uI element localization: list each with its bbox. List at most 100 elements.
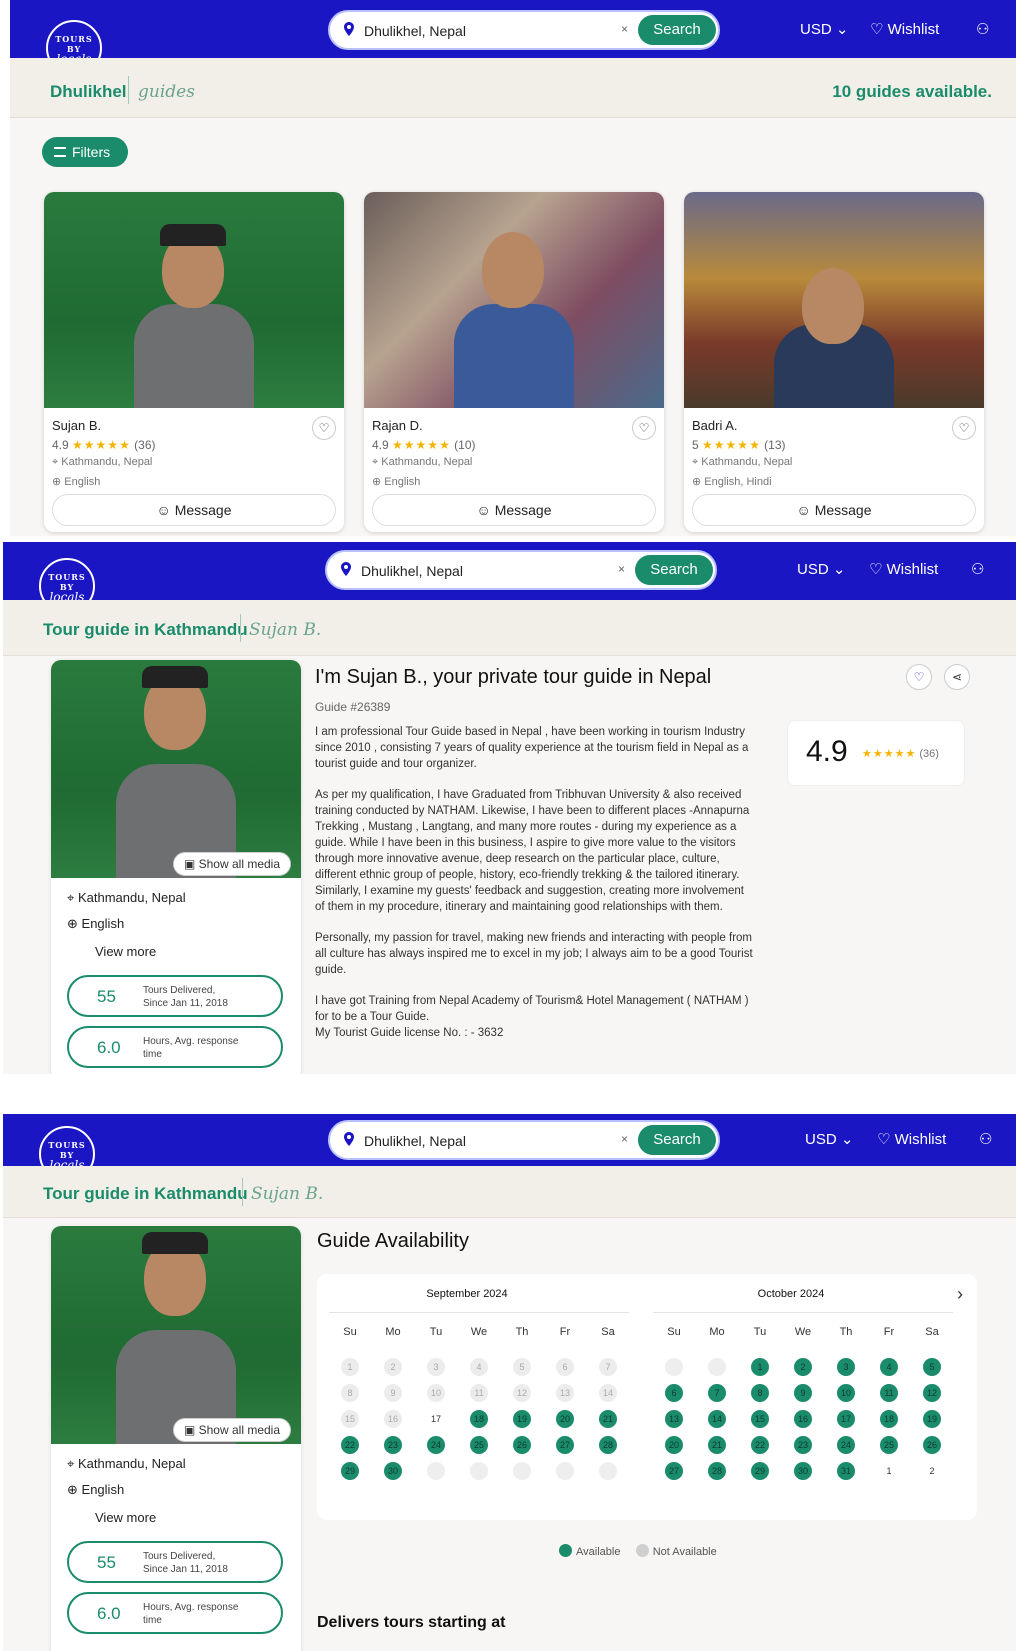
calendar-day[interactable]: 23 xyxy=(794,1436,812,1454)
calendar-day[interactable]: 3 xyxy=(837,1358,855,1376)
guide-main-photo[interactable] xyxy=(51,660,301,878)
currency-selector[interactable]: USD ⌄ xyxy=(800,20,848,38)
wishlist-link[interactable]: ♡ Wishlist xyxy=(870,20,939,38)
calendar-day[interactable]: 20 xyxy=(665,1436,683,1454)
calendar-day[interactable]: 18 xyxy=(470,1410,488,1428)
location-search[interactable]: Dhulikhel, Nepal × Search xyxy=(328,1120,720,1160)
guide-photo[interactable] xyxy=(364,192,664,408)
search-button[interactable]: Search xyxy=(638,15,716,45)
wishlist-heart-icon[interactable]: ♡ xyxy=(906,664,932,690)
wishlist-link[interactable]: ♡ Wishlist xyxy=(877,1130,946,1148)
search-input[interactable]: Dhulikhel, Nepal xyxy=(364,1133,466,1149)
view-more-link[interactable]: View more xyxy=(95,1510,156,1525)
stat-value: 6.0 xyxy=(97,1038,121,1057)
wishlist-heart-icon[interactable]: ♡ xyxy=(632,416,656,440)
calendar-day[interactable]: 20 xyxy=(556,1410,574,1428)
calendar-day[interactable]: 22 xyxy=(341,1436,359,1454)
calendar-day[interactable]: 26 xyxy=(923,1436,941,1454)
weekday-label: Tu xyxy=(753,1326,767,1338)
share-icon[interactable]: ⋖ xyxy=(944,664,970,690)
location-search[interactable]: Dhulikhel, Nepal × Search xyxy=(328,10,720,50)
filters-button[interactable]: Filters xyxy=(42,137,128,167)
calendar-day: 7 xyxy=(599,1358,617,1376)
message-button[interactable]: ☺ Message xyxy=(372,494,656,526)
calendar-day[interactable]: 1 xyxy=(751,1358,769,1376)
location-search[interactable]: Dhulikhel, Nepal × Search xyxy=(325,550,717,590)
search-input[interactable]: Dhulikhel, Nepal xyxy=(361,563,463,579)
clear-search-icon[interactable]: × xyxy=(621,1132,628,1146)
wishlist-heart-icon[interactable]: ♡ xyxy=(952,416,976,440)
calendar-day[interactable]: 14 xyxy=(708,1410,726,1428)
message-button[interactable]: ☺ Message xyxy=(52,494,336,526)
wishlist-heart-icon[interactable]: ♡ xyxy=(312,416,336,440)
guide-name[interactable]: Sujan B. xyxy=(52,418,101,433)
guide-photo[interactable] xyxy=(44,192,344,408)
calendar-day[interactable]: 9 xyxy=(794,1384,812,1402)
calendar-day[interactable]: 25 xyxy=(470,1436,488,1454)
show-all-media-button[interactable]: ▣ Show all media xyxy=(172,1418,291,1442)
calendar-day[interactable]: 4 xyxy=(880,1358,898,1376)
calendar-day[interactable]: 6 xyxy=(665,1384,683,1402)
breadcrumb-parent[interactable]: Tour guide in Kathmandu xyxy=(43,620,248,640)
calendar-day[interactable]: 28 xyxy=(599,1436,617,1454)
calendar-day[interactable]: 27 xyxy=(556,1436,574,1454)
calendar-day[interactable]: 29 xyxy=(751,1462,769,1480)
calendar-day[interactable]: 2 xyxy=(794,1358,812,1376)
calendar-day[interactable]: 27 xyxy=(665,1462,683,1480)
guide-photo[interactable] xyxy=(684,192,984,408)
calendar-day[interactable]: 30 xyxy=(794,1462,812,1480)
user-icon[interactable]: ⚇ xyxy=(971,560,984,578)
calendar-day[interactable]: 25 xyxy=(880,1436,898,1454)
guide-language: ⊕ English xyxy=(67,1482,125,1497)
user-icon[interactable]: ⚇ xyxy=(979,1130,992,1148)
calendar-day[interactable]: 24 xyxy=(427,1436,445,1454)
next-month-arrow-icon[interactable]: › xyxy=(957,1284,963,1305)
calendar-day[interactable]: 17 xyxy=(837,1410,855,1428)
clear-search-icon[interactable]: × xyxy=(618,562,625,576)
currency-selector[interactable]: USD ⌄ xyxy=(797,560,845,578)
message-button[interactable]: ☺ Message xyxy=(692,494,976,526)
calendar-day[interactable]: 10 xyxy=(837,1384,855,1402)
calendar-day[interactable]: 7 xyxy=(708,1384,726,1402)
calendar-day[interactable]: 12 xyxy=(923,1384,941,1402)
guide-card[interactable]: Sujan B. 4.9 ★★★★★ (36) ⌖ Kathmandu, Nep… xyxy=(44,192,344,532)
guide-main-photo[interactable] xyxy=(51,1226,301,1444)
calendar-day[interactable]: 18 xyxy=(880,1410,898,1428)
show-all-media-button[interactable]: ▣ Show all media xyxy=(172,852,291,876)
calendar-day[interactable]: 29 xyxy=(341,1462,359,1480)
calendar-day[interactable]: 8 xyxy=(751,1384,769,1402)
calendar-day[interactable]: 31 xyxy=(837,1462,855,1480)
search-button[interactable]: Search xyxy=(638,1125,716,1155)
currency-selector[interactable]: USD ⌄ xyxy=(805,1130,853,1148)
breadcrumb-current: Sujan B. xyxy=(249,620,322,640)
calendar-day[interactable]: 16 xyxy=(794,1410,812,1428)
calendar-day[interactable]: 23 xyxy=(384,1436,402,1454)
calendar-day[interactable]: 30 xyxy=(384,1462,402,1480)
search-input[interactable]: Dhulikhel, Nepal xyxy=(364,23,466,39)
calendar-day[interactable]: 11 xyxy=(880,1384,898,1402)
clear-search-icon[interactable]: × xyxy=(621,22,628,36)
guide-name[interactable]: Rajan D. xyxy=(372,418,423,433)
calendar-day[interactable]: 19 xyxy=(513,1410,531,1428)
calendar-day[interactable]: 22 xyxy=(751,1436,769,1454)
calendar-day[interactable]: 15 xyxy=(751,1410,769,1428)
calendar-day[interactable]: 19 xyxy=(923,1410,941,1428)
calendar-day[interactable]: 5 xyxy=(923,1358,941,1376)
guide-card[interactable]: Badri A. 5 ★★★★★ (13) ⌖ Kathmandu, Nepal… xyxy=(684,192,984,532)
calendar-day[interactable]: 24 xyxy=(837,1436,855,1454)
breadcrumb-section: guides xyxy=(138,82,195,102)
guide-number: Guide #26389 xyxy=(315,700,391,714)
calendar-day[interactable]: 21 xyxy=(708,1436,726,1454)
search-button[interactable]: Search xyxy=(635,555,713,585)
calendar-day[interactable]: 28 xyxy=(708,1462,726,1480)
user-icon[interactable]: ⚇ xyxy=(976,20,989,38)
guide-card[interactable]: Rajan D. 4.9 ★★★★★ (10) ⌖ Kathmandu, Nep… xyxy=(364,192,664,532)
calendar-day[interactable]: 13 xyxy=(665,1410,683,1428)
wishlist-link[interactable]: ♡ Wishlist xyxy=(869,560,938,578)
guide-name[interactable]: Badri A. xyxy=(692,418,738,433)
calendar-day[interactable]: 26 xyxy=(513,1436,531,1454)
breadcrumb-city[interactable]: Dhulikhel xyxy=(50,82,127,102)
view-more-link[interactable]: View more xyxy=(95,944,156,959)
breadcrumb-parent[interactable]: Tour guide in Kathmandu xyxy=(43,1184,248,1204)
calendar-day[interactable]: 21 xyxy=(599,1410,617,1428)
